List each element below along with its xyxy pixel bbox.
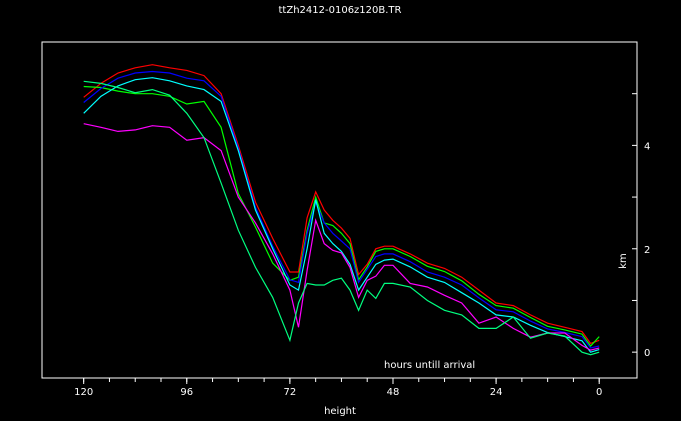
x-axis-label: height xyxy=(324,406,356,417)
chart-title: ttZh2412-0106z120B.TR xyxy=(279,5,402,16)
x-tick-label: 96 xyxy=(180,387,193,398)
y-axis-label: km xyxy=(618,253,629,269)
x-tick-label: 0 xyxy=(596,387,602,398)
y-tick-label: 4 xyxy=(644,141,650,152)
series-line-blue xyxy=(83,70,600,349)
series-line-cyan xyxy=(83,77,600,353)
series-line-red xyxy=(83,64,600,345)
series-line-spring-green xyxy=(83,80,600,356)
series-group xyxy=(83,64,600,356)
axes: 120 96 72 48 24 0024 xyxy=(74,93,650,398)
plot-frame xyxy=(41,41,638,379)
x-tick-label: 24 xyxy=(490,387,503,398)
series-line-green xyxy=(83,85,600,347)
chart: ttZh2412-0106z120B.TR 120 96 72 48 24 0024 ho… xyxy=(41,5,650,417)
x-tick-label: 72 xyxy=(284,387,297,398)
y-tick-label: 2 xyxy=(644,245,650,256)
x-tick-label: 48 xyxy=(387,387,400,398)
y-tick-label: 0 xyxy=(644,348,650,359)
x-tick-label: 120 xyxy=(74,387,93,398)
annotation-label: hours untill arrival xyxy=(384,360,475,371)
